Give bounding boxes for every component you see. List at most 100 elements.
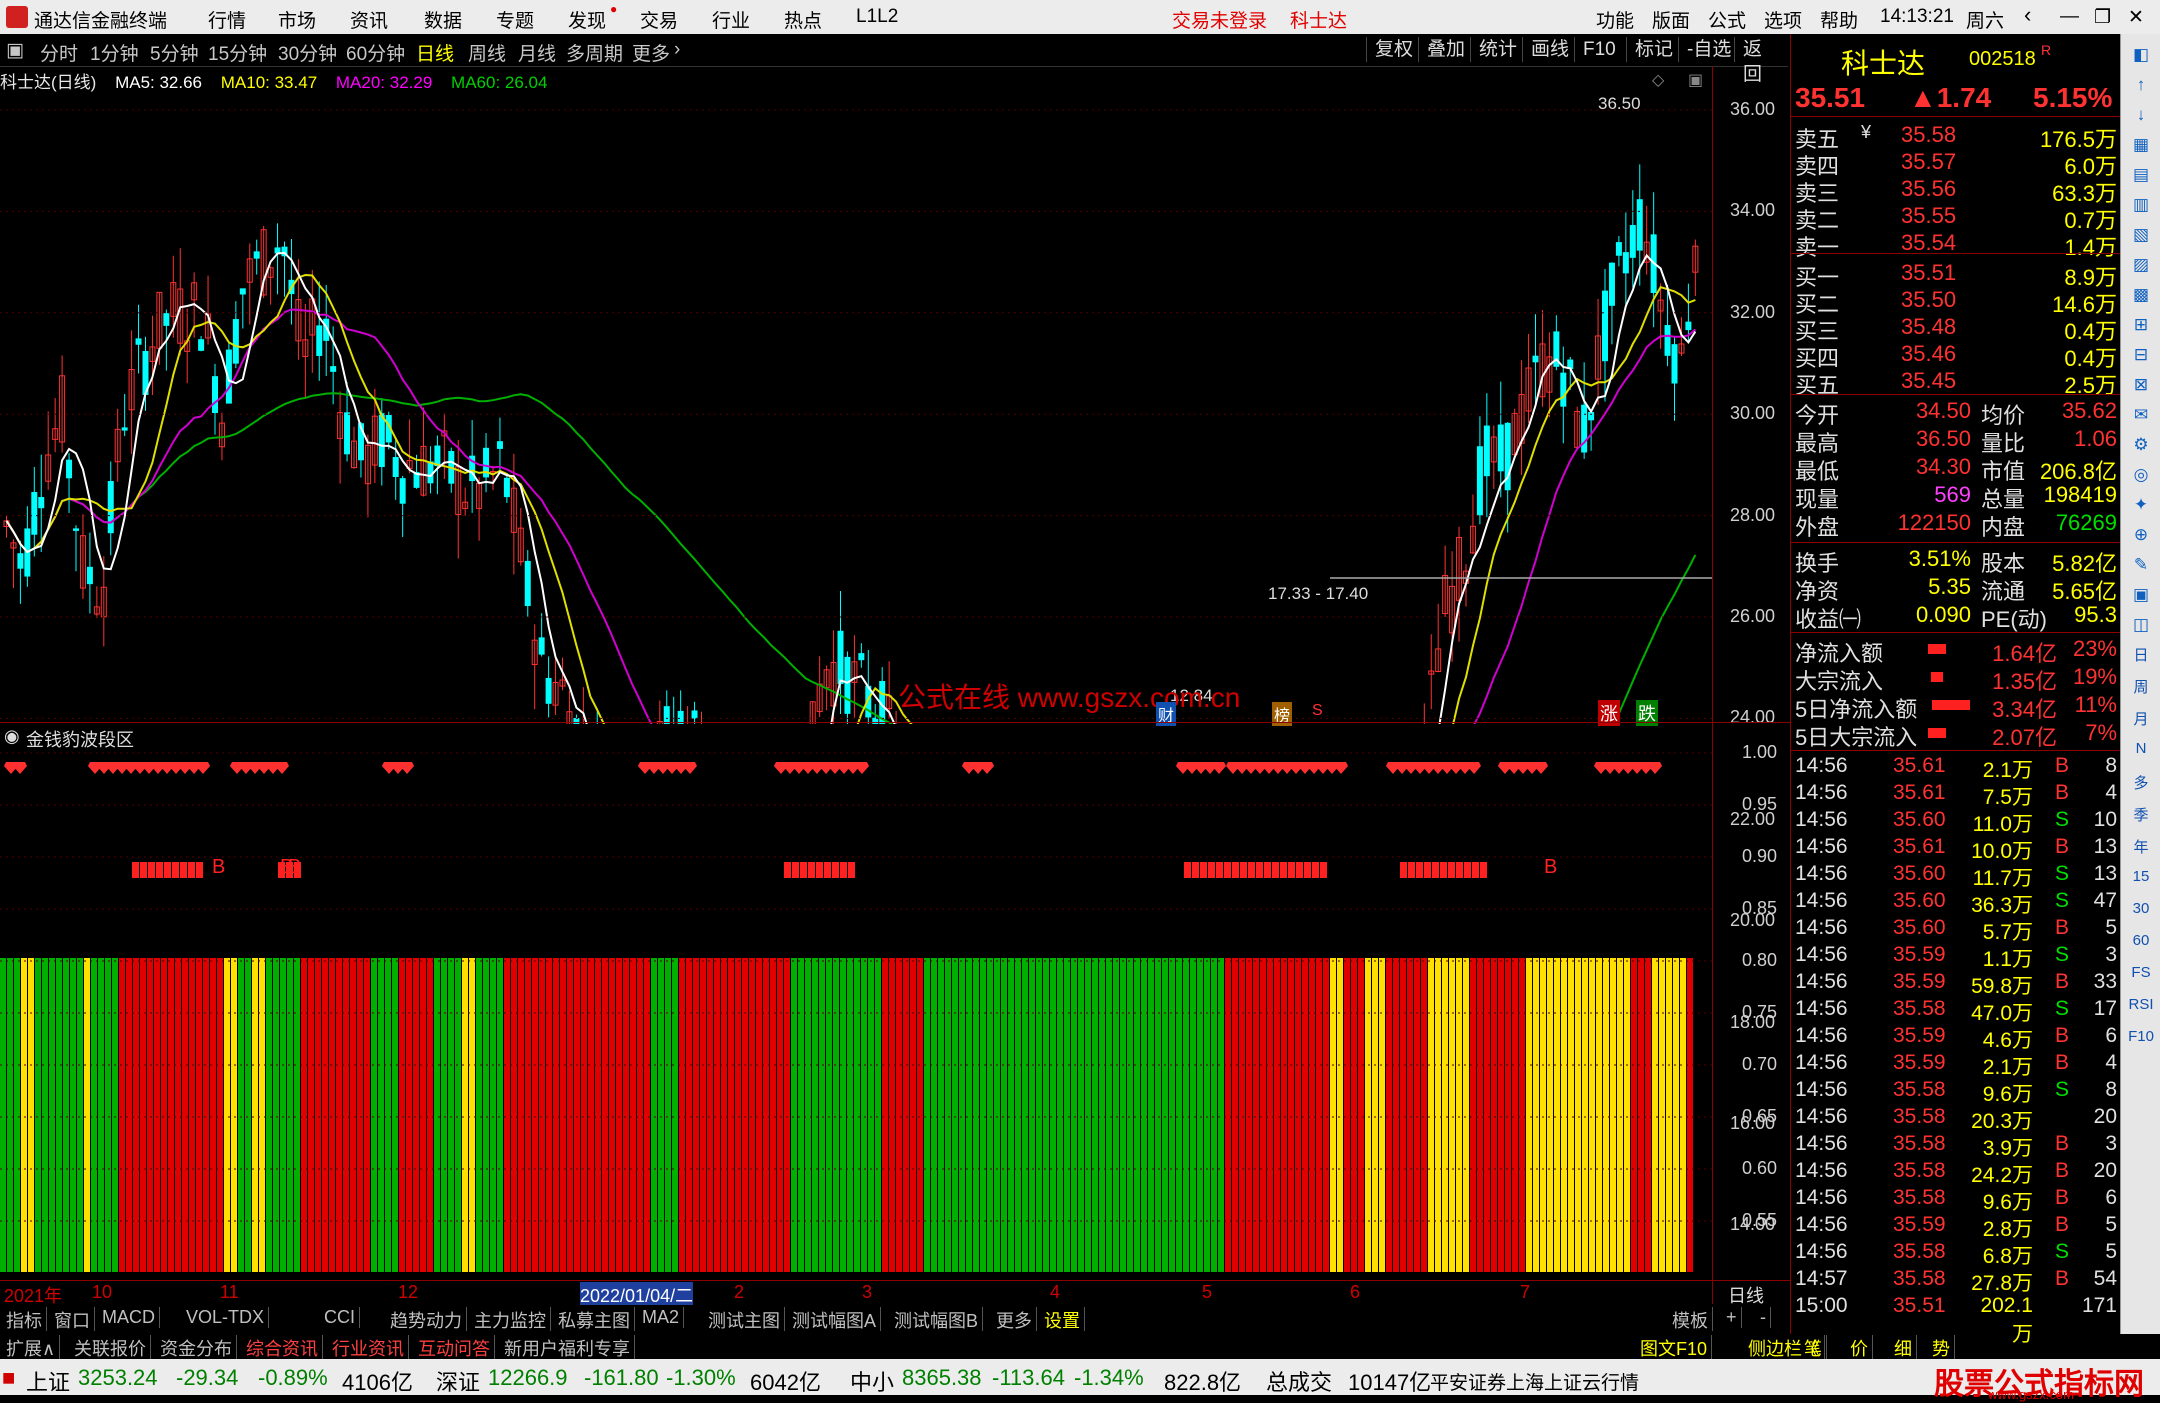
tab-indicator-7[interactable]: 私募主图 [554,1307,635,1333]
sidebar-period-12[interactable]: F10 [2125,1028,2157,1045]
tab-right-0[interactable]: 模板 [1668,1307,1713,1333]
sidebar-tool-icon[interactable]: ✎ [2128,552,2154,578]
tab-15min[interactable]: 15分钟 [208,39,267,66]
menu-hangye[interactable]: 行业 [712,6,750,33]
kline-chart[interactable] [0,94,1712,724]
sidebar-period-5[interactable]: 季 [2125,804,2157,825]
tab-ext-4[interactable]: 行业资讯 [328,1335,409,1361]
menu-jiaoyi[interactable]: 交易 [640,6,678,33]
tab-ext-right-0[interactable]: 图文F10 [1636,1335,1713,1361]
btn-f10[interactable]: F10 [1574,37,1624,62]
sidebar-tool-icon[interactable]: ◎ [2128,462,2154,488]
sidebar-tool-icon[interactable]: ⚙ [2128,432,2154,458]
tab-more[interactable]: 更多 [632,39,670,66]
tab-indicator-11[interactable]: 测试幅图B [890,1307,984,1333]
tab-multi[interactable]: 多周期 [566,39,623,66]
tab-indicator-2[interactable]: MACD [98,1307,160,1328]
menu-shuju[interactable]: 数据 [424,6,462,33]
tab-right-1[interactable]: + [1722,1307,1742,1328]
tab-indicator-12[interactable]: 更多 [992,1307,1037,1333]
menu-zixun[interactable]: 资讯 [350,6,388,33]
tab-ext-1[interactable]: 关联报价 [70,1335,151,1361]
btn-huaxian[interactable]: 画线 [1522,37,1577,62]
tab-60min[interactable]: 60分钟 [346,39,405,66]
tab-indicator-13[interactable]: 设置 [1040,1307,1085,1333]
sidebar-period-6[interactable]: 年 [2125,836,2157,857]
tab-ext-right-2[interactable]: 笔 [1800,1335,1827,1361]
tab-1min[interactable]: 1分钟 [90,39,139,66]
sidebar-period-4[interactable]: 多 [2125,772,2157,793]
menu-bangzhu[interactable]: 帮助 [1820,6,1858,33]
sidebar-tool-icon[interactable]: ◧ [2128,42,2154,68]
tab-indicator-3[interactable]: VOL-TDX [182,1307,270,1328]
sh-label[interactable]: 上证 [26,1365,70,1397]
indicator-chart[interactable] [0,740,1712,1280]
sidebar-period-10[interactable]: FS [2125,964,2157,981]
menu-gongneng[interactable]: 功能 [1596,6,1634,33]
menu-xuanxiang[interactable]: 选项 [1764,6,1802,33]
tab-ext-3[interactable]: 综合资讯 [242,1335,323,1361]
sidebar-tool-icon[interactable]: ▨ [2128,252,2154,278]
back-arrow-icon[interactable]: ‹ [2024,2,2031,28]
menu-zhuanti[interactable]: 专题 [496,6,534,33]
sidebar-tool-icon[interactable]: ⊕ [2128,522,2154,548]
menu-shichang[interactable]: 市场 [278,6,316,33]
sidebar-tool-icon[interactable]: ▤ [2128,162,2154,188]
tab-ext-5[interactable]: 互动问答 [414,1335,495,1361]
tab-ext-0[interactable]: 扩展∧ [2,1335,61,1361]
close-icon[interactable]: ✕ [2128,6,2144,29]
bid-price[interactable]: 35.50 [1901,287,1956,313]
menu-redian[interactable]: 热点 [784,6,822,33]
sidebar-tool-icon[interactable]: ↑ [2128,72,2154,98]
sidebar-tool-icon[interactable]: ↓ [2128,102,2154,128]
menu-gongshi[interactable]: 公式 [1708,6,1746,33]
bid-price[interactable]: 35.48 [1901,314,1956,340]
sidebar-tool-icon[interactable]: ▩ [2128,282,2154,308]
tab-monthly[interactable]: 月线 [518,39,556,66]
ask-price[interactable]: 35.57 [1901,149,1956,175]
sidebar-period-9[interactable]: 60 [2125,932,2157,949]
btn-biaoji[interactable]: 标记 [1626,37,1681,62]
sidebar-period-8[interactable]: 30 [2125,900,2157,917]
bid-price[interactable]: 35.45 [1901,368,1956,394]
menu-faxian[interactable]: 发现 [568,6,606,33]
tab-indicator-1[interactable]: 窗口 [50,1307,95,1333]
restore-icon[interactable]: ❐ [2094,6,2111,29]
sidebar-period-0[interactable]: 日 [2125,644,2157,665]
btn-tongji[interactable]: 统计 [1470,37,1525,62]
tab-daily[interactable]: 日线 [416,39,454,66]
btn-zixuan[interactable]: -自选 [1678,37,1739,62]
tab-right-2[interactable]: - [1756,1307,1771,1328]
tab-indicator-4[interactable]: CCI [320,1307,360,1328]
sidebar-tool-icon[interactable]: ▥ [2128,192,2154,218]
tab-indicator-8[interactable]: MA2 [638,1307,685,1328]
sidebar-tool-icon[interactable]: ◫ [2128,612,2154,638]
tab-indicator-10[interactable]: 测试幅图A [788,1307,882,1333]
tab-5min[interactable]: 5分钟 [150,39,199,66]
sidebar-tool-icon[interactable]: ✦ [2128,492,2154,518]
menu-hangqing[interactable]: 行情 [208,6,246,33]
zx-label[interactable]: 中小 [850,1365,894,1397]
toggle-panel-icon[interactable]: ▣ [6,39,24,62]
login-status[interactable]: 交易未登录 [1172,6,1267,33]
ask-price[interactable]: 35.55 [1901,203,1956,229]
tab-weekly[interactable]: 周线 [468,39,506,66]
sidebar-tool-icon[interactable]: ⊞ [2128,312,2154,338]
sz-label[interactable]: 深证 [436,1365,480,1397]
tab-30min[interactable]: 30分钟 [278,39,337,66]
btn-fuquan[interactable]: 复权 [1366,37,1421,62]
tab-indicator-6[interactable]: 主力监控 [470,1307,551,1333]
tab-ext-right-5[interactable]: 势 [1928,1335,1955,1361]
tab-ext-6[interactable]: 新用户福利专享 [500,1335,635,1361]
tab-ext-2[interactable]: 资金分布 [156,1335,237,1361]
sidebar-period-11[interactable]: RSI [2125,996,2157,1013]
window-icon[interactable]: ▣ [1688,70,1703,90]
sidebar-tool-icon[interactable]: ✉ [2128,402,2154,428]
sidebar-tool-icon[interactable]: ▦ [2128,132,2154,158]
sidebar-tool-icon[interactable]: ▧ [2128,222,2154,248]
ask-price[interactable]: 35.58 [1901,122,1956,148]
sidebar-tool-icon[interactable]: ⊠ [2128,372,2154,398]
menu-l1l2[interactable]: L1L2 [856,6,898,28]
menu-banmian[interactable]: 版面 [1652,6,1690,33]
sidebar-period-1[interactable]: 周 [2125,676,2157,697]
